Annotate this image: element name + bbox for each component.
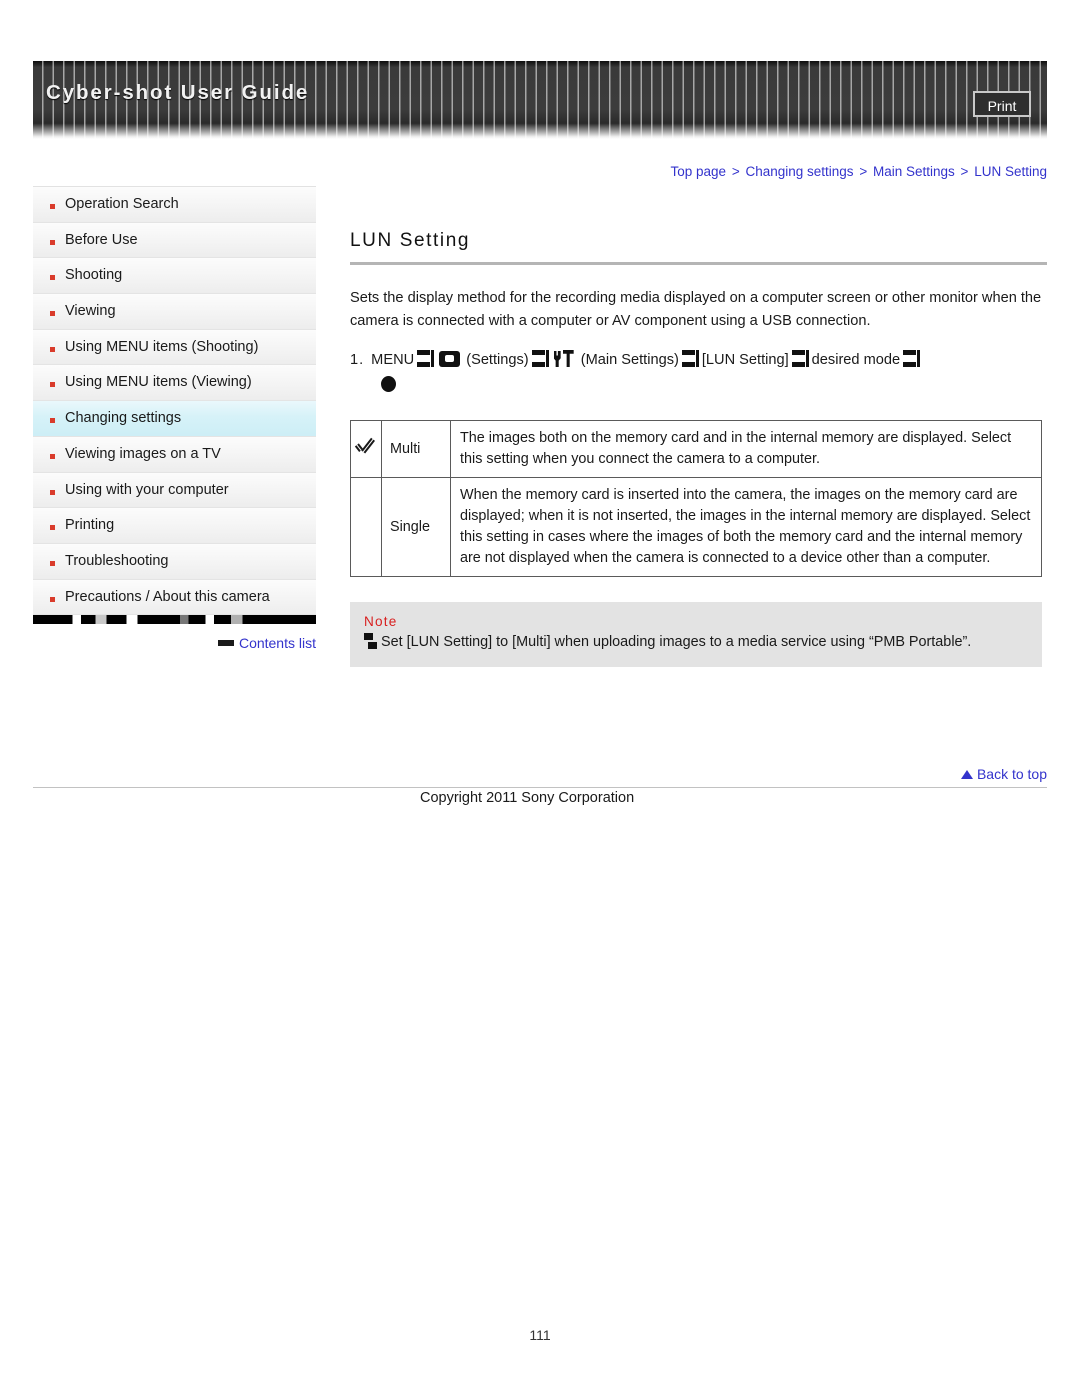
table-row: Single When the memory card is inserted i… bbox=[350, 477, 1042, 577]
step-instruction: 1. MENU (Settings) (Main Settings) [LUN Se… bbox=[350, 348, 1047, 398]
note-bullet-icon bbox=[364, 633, 378, 649]
header-banner: Cyber-shot User Guide Print bbox=[33, 61, 1047, 139]
sidebar-item-before-use[interactable]: Before Use bbox=[33, 222, 316, 259]
print-button[interactable]: Print bbox=[973, 91, 1031, 117]
step-menu-label: MENU bbox=[371, 352, 415, 368]
sidebar-item-label: Using MENU items (Shooting) bbox=[65, 338, 259, 355]
sidebar-item-label: Operation Search bbox=[65, 196, 179, 212]
breadcrumb-item-main-settings[interactable]: Main Settings bbox=[873, 164, 955, 179]
arrow-right-icon bbox=[681, 350, 699, 367]
options-table: Multi The images both on the memory card … bbox=[350, 420, 1042, 577]
step-desired-mode-label: desired mode bbox=[811, 352, 901, 368]
sidebar-item-using-with-your-computer[interactable]: Using with your computer bbox=[33, 472, 316, 509]
breadcrumb-item-changing-settings[interactable]: Changing settings bbox=[745, 164, 853, 179]
contents-list-link[interactable]: Contents list bbox=[33, 635, 316, 651]
sidebar-item-operation-search[interactable]: Operation Search bbox=[33, 187, 316, 223]
contents-list-label: Contents list bbox=[238, 635, 316, 651]
arrow-right-icon bbox=[531, 350, 549, 367]
main-content: LUN Setting Sets the display method for … bbox=[350, 186, 1047, 667]
sidebar-item-using-menu-items-viewing[interactable]: Using MENU items (Viewing) bbox=[33, 365, 316, 402]
sidebar-item-changing-settings[interactable]: Changing settings bbox=[33, 401, 316, 437]
sidebar-item-label: Viewing bbox=[65, 303, 116, 320]
arrow-right-icon bbox=[903, 350, 921, 367]
app-title: Cyber-shot User Guide bbox=[46, 81, 310, 104]
step-main-settings-label: (Main Settings) bbox=[580, 352, 679, 368]
sidebar-item-viewing-images-on-a-tv[interactable]: Viewing images on a TV bbox=[33, 436, 316, 473]
option-name-cell: Single bbox=[381, 477, 451, 577]
breadcrumb-item-lun-setting[interactable]: LUN Setting bbox=[974, 164, 1047, 179]
page-number: 111 bbox=[529, 1327, 551, 1343]
page-title: LUN Setting bbox=[350, 230, 1047, 265]
triangle-up-icon bbox=[960, 770, 973, 779]
contents-list-icon bbox=[217, 640, 234, 646]
footer-divider bbox=[33, 787, 1047, 788]
table-row: Multi The images both on the memory card … bbox=[350, 420, 1042, 478]
sidebar-item-label: Viewing images on a TV bbox=[65, 445, 221, 462]
sidebar-item-label: Printing bbox=[65, 517, 115, 534]
option-name-cell: Multi bbox=[381, 420, 451, 478]
sidebar-item-label: Precautions / About this camera bbox=[65, 588, 270, 605]
sidebar-item-troubleshooting[interactable]: Troubleshooting bbox=[33, 543, 316, 580]
sidebar-item-printing[interactable]: Printing bbox=[33, 508, 316, 544]
sidebar-item-label: Shooting bbox=[65, 267, 123, 284]
sidebar-item-label: Before Use bbox=[65, 231, 138, 248]
option-checkmark-cell bbox=[350, 477, 382, 577]
breadcrumb-separator: > bbox=[960, 164, 969, 179]
note-text: Set [LUN Setting] to [Multi] when upload… bbox=[381, 634, 972, 650]
note-label: Note bbox=[364, 614, 398, 629]
sidebar-item-label: Troubleshooting bbox=[65, 552, 169, 569]
sidebar-item-precautions-about-this-camera[interactable]: Precautions / About this camera bbox=[33, 579, 316, 616]
step-number: 1. bbox=[350, 352, 365, 368]
settings-camera-icon bbox=[439, 351, 461, 367]
breadcrumb-separator: > bbox=[731, 164, 740, 179]
option-checkmark-cell bbox=[350, 420, 382, 478]
arrow-right-icon bbox=[417, 350, 435, 367]
option-description-cell: When the memory card is inserted into th… bbox=[450, 477, 1042, 577]
arrow-right-icon bbox=[791, 350, 809, 367]
back-to-top-link[interactable]: Back to top bbox=[960, 766, 1047, 782]
note-box: Note Set [LUN Setting] to [Multi] when u… bbox=[350, 602, 1042, 667]
filled-circle-icon bbox=[381, 376, 396, 392]
sidebar-item-using-menu-items-shooting[interactable]: Using MENU items (Shooting) bbox=[33, 329, 316, 366]
intro-paragraph: Sets the display method for the recordin… bbox=[350, 290, 1042, 329]
wrench-tools-icon bbox=[553, 350, 575, 368]
step-settings-label: (Settings) bbox=[466, 352, 529, 368]
sidebar-item-viewing[interactable]: Viewing bbox=[33, 294, 316, 330]
check-icon bbox=[357, 436, 376, 455]
back-to-top-label: Back to top bbox=[976, 766, 1047, 782]
breadcrumb: Top page > Changing settings > Main Sett… bbox=[671, 164, 1048, 179]
step-continuation bbox=[381, 373, 1047, 398]
option-description-cell: The images both on the memory card and i… bbox=[450, 420, 1042, 478]
sidebar-nav: Operation Search Before Use Shooting Viewin… bbox=[33, 186, 316, 625]
sidebar-item-label: Using with your computer bbox=[65, 481, 229, 498]
copyright-text: Copyright 2011 Sony Corporation bbox=[420, 790, 635, 806]
note-text-wrapper: Set [LUN Setting] to [Multi] when upload… bbox=[364, 631, 1028, 653]
breadcrumb-separator: > bbox=[859, 164, 868, 179]
sidebar-item-shooting[interactable]: Shooting bbox=[33, 258, 316, 295]
breadcrumb-item-top-page[interactable]: Top page bbox=[671, 164, 727, 179]
sidebar-bottom-bar bbox=[33, 615, 316, 625]
sidebar-item-label: Using MENU items (Viewing) bbox=[65, 374, 252, 391]
step-lun-setting-label: [LUN Setting] bbox=[701, 352, 789, 368]
sidebar-item-label: Changing settings bbox=[65, 410, 182, 427]
